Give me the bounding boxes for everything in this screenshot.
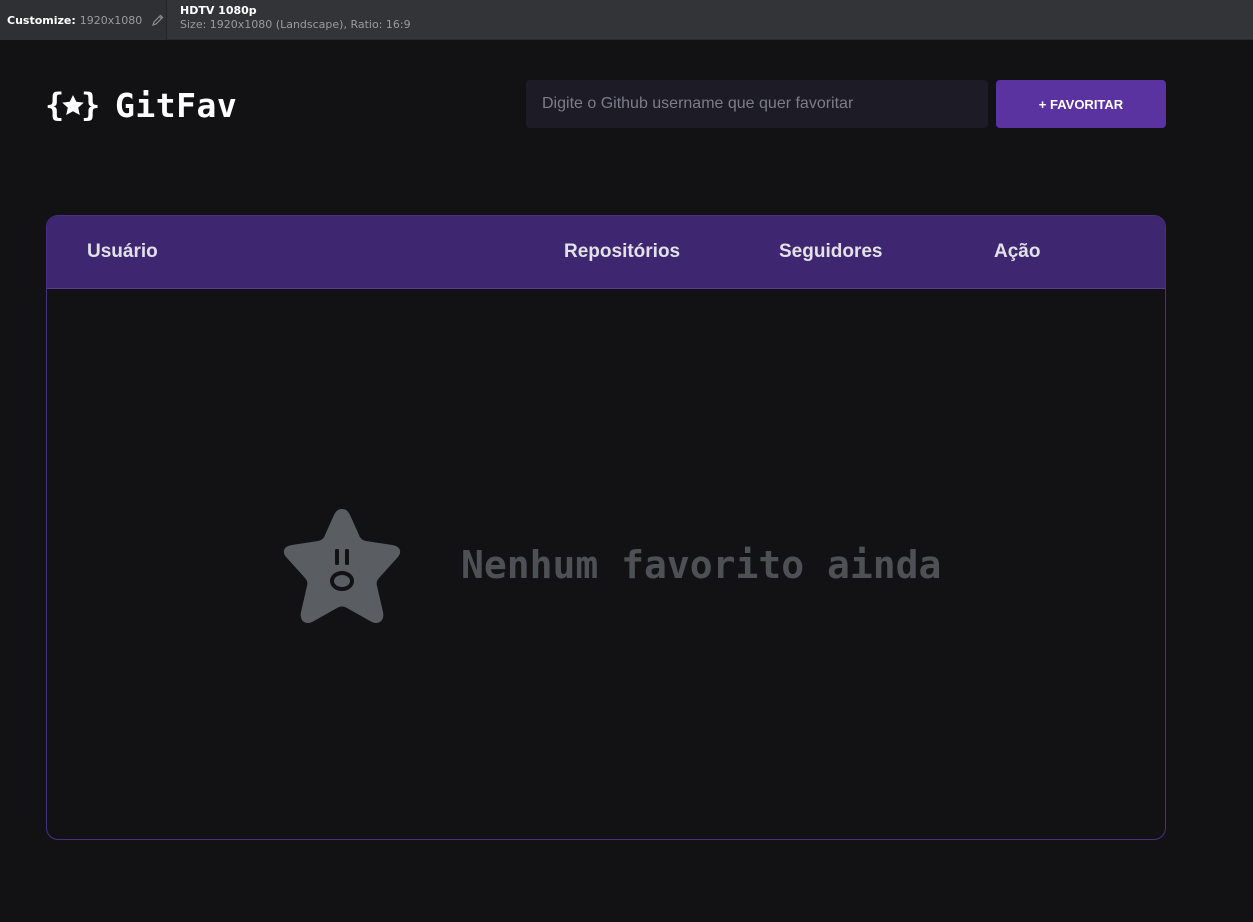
- column-header-repositories: Repositórios: [564, 241, 681, 262]
- surprised-star-icon: [283, 509, 401, 623]
- pencil-icon[interactable]: [151, 13, 165, 27]
- customize-resolution[interactable]: Customize: 1920x1080: [0, 0, 167, 40]
- empty-message: Nenhum favorito ainda: [461, 543, 942, 587]
- github-username-input[interactable]: [526, 80, 988, 128]
- preset-info: HDTV 1080p Size: 1920x1080 (Landscape), …: [167, 0, 411, 39]
- preset-name: HDTV 1080p: [180, 4, 257, 17]
- brand-name: GitFav: [115, 86, 238, 125]
- column-header-user: Usuário: [87, 241, 158, 262]
- preset-meta: Size: 1920x1080 (Landscape), Ratio: 16:9: [180, 18, 411, 31]
- braces-star-icon: { }: [45, 87, 100, 124]
- svg-text:{: {: [45, 87, 64, 124]
- column-header-action: Ação: [994, 241, 1041, 262]
- app-logo: { } GitFav: [45, 86, 237, 125]
- customize-value[interactable]: 1920x1080: [80, 14, 143, 27]
- device-toolbar: Customize: 1920x1080 HDTV 1080p Size: 19…: [0, 0, 1253, 40]
- favorites-table: Usuário Repositórios Seguidores Ação Nen…: [46, 215, 1166, 840]
- favorite-button[interactable]: + FAVORITAR: [996, 80, 1166, 128]
- column-header-followers: Seguidores: [779, 241, 883, 262]
- customize-label: Customize:: [7, 13, 76, 27]
- svg-text:}: }: [81, 87, 100, 124]
- table-header: Usuário Repositórios Seguidores Ação: [47, 216, 1165, 289]
- empty-state: Nenhum favorito ainda: [279, 505, 941, 625]
